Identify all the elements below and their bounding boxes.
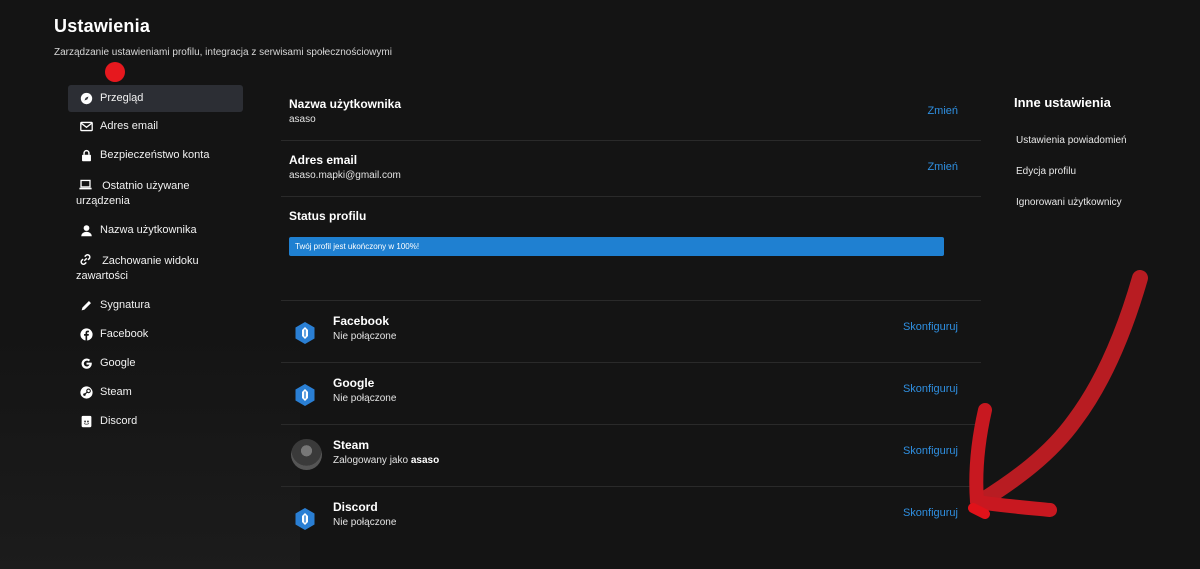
configure-steam-link[interactable]: Skonfiguruj	[903, 445, 958, 457]
change-email-link[interactable]: Zmień	[927, 161, 958, 173]
sidebar-item-label: Adres email	[100, 120, 159, 132]
pencil-icon	[81, 301, 91, 311]
notification-settings-link[interactable]: Ustawienia powiadomień	[1014, 135, 1194, 146]
edit-profile-link[interactable]: Edycja profilu	[1014, 166, 1194, 177]
link-icon	[80, 254, 91, 265]
site-logo-icon	[295, 508, 315, 530]
site-logo-icon	[295, 322, 315, 344]
configure-google-link[interactable]: Skonfiguruj	[903, 383, 958, 395]
steam-username: asaso	[410, 455, 440, 466]
social-status: Zalogowany jako asaso	[333, 455, 439, 466]
sidebar-item-label: Sygnatura	[100, 299, 151, 311]
site-logo-icon	[295, 384, 315, 406]
sidebar: Przegląd Adres email Bezpieczeństwo kont…	[68, 85, 243, 436]
sidebar-item-label: Nazwa użytkownika	[100, 224, 197, 236]
social-name: Google	[333, 376, 375, 390]
discord-icon	[81, 415, 92, 428]
laptop-icon	[79, 179, 92, 190]
page-header: Ustawienia Zarządzanie ustawieniami prof…	[54, 16, 392, 58]
configure-discord-link[interactable]: Skonfiguruj	[903, 507, 958, 519]
google-icon	[81, 358, 92, 369]
sidebar-item-label: Google	[100, 357, 136, 369]
email-row: Adres email asaso.mapki@gmail.com Zmień	[281, 141, 981, 197]
username-row: Nazwa użytkownika asaso Zmień	[281, 85, 981, 141]
other-settings-panel: Inne ustawienia Ustawienia powiadomień E…	[1014, 95, 1194, 208]
social-row-steam: Steam Zalogowany jako asaso Skonfiguruj	[281, 425, 981, 487]
email-value: asaso.mapki@gmail.com	[289, 170, 401, 181]
steam-status-prefix: Zalogowany jako	[333, 455, 409, 466]
annotation-arrow	[968, 270, 1148, 519]
profile-status-row: Status profilu Twój profil jest ukończon…	[281, 197, 981, 301]
sidebar-item-overview[interactable]: Przegląd	[68, 85, 243, 112]
social-name: Steam	[333, 438, 370, 452]
annotation-dot	[105, 62, 125, 82]
sidebar-item-discord[interactable]: Discord	[68, 407, 243, 436]
sidebar-item-signature[interactable]: Sygnatura	[68, 291, 243, 320]
page-subtitle: Zarządzanie ustawieniami profilu, integr…	[54, 47, 392, 58]
social-name: Facebook	[333, 314, 390, 328]
user-icon	[81, 225, 92, 237]
envelope-icon	[80, 121, 93, 132]
sidebar-item-username[interactable]: Nazwa użytkownika	[68, 216, 243, 245]
social-row-google: Google Nie połączone Skonfiguruj	[281, 363, 981, 425]
change-username-link[interactable]: Zmień	[927, 105, 958, 117]
profile-status-title: Status profilu	[289, 209, 367, 223]
sidebar-item-label: Discord	[100, 415, 138, 427]
sidebar-item-label: Bezpieczeństwo konta	[100, 149, 210, 161]
username-value: asaso	[289, 114, 316, 125]
sidebar-item-google[interactable]: Google	[68, 349, 243, 378]
compass-icon	[80, 92, 93, 105]
profile-progress-text: Twój profil jest ukończony w 100%!	[295, 242, 420, 251]
ignored-users-link[interactable]: Ignorowani użytkownicy	[1014, 197, 1194, 208]
social-name: Discord	[333, 500, 378, 514]
facebook-icon	[80, 328, 93, 341]
sidebar-item-label: Przegląd	[100, 92, 144, 104]
email-title: Adres email	[289, 153, 358, 167]
sidebar-item-security[interactable]: Bezpieczeństwo konta	[68, 141, 243, 170]
sidebar-item-content-view[interactable]: Zachowanie widoku zawartości	[68, 245, 243, 291]
sidebar-item-steam[interactable]: Steam	[68, 378, 243, 407]
social-row-facebook: Facebook Nie połączone Skonfiguruj	[281, 301, 981, 363]
sidebar-item-label: Steam	[100, 386, 132, 398]
sidebar-item-devices[interactable]: Ostatnio używane urządzenia	[68, 170, 243, 216]
sidebar-item-facebook[interactable]: Facebook	[68, 320, 243, 349]
steam-icon	[80, 386, 93, 399]
other-settings-title: Inne ustawienia	[1014, 95, 1111, 110]
lock-icon	[82, 149, 91, 162]
sidebar-item-label: Zachowanie widoku zawartości	[76, 255, 199, 282]
page-title: Ustawienia	[54, 16, 151, 36]
social-status: Nie połączone	[333, 517, 397, 528]
steam-avatar	[291, 439, 322, 470]
social-status: Nie połączone	[333, 393, 397, 404]
sidebar-item-label: Facebook	[100, 328, 149, 340]
profile-progress-bar: Twój profil jest ukończony w 100%!	[289, 237, 944, 256]
settings-main: Nazwa użytkownika asaso Zmień Adres emai…	[281, 85, 981, 549]
sidebar-item-label: Ostatnio używane urządzenia	[76, 180, 190, 207]
sidebar-item-email[interactable]: Adres email	[68, 112, 243, 141]
configure-facebook-link[interactable]: Skonfiguruj	[903, 321, 958, 333]
username-title: Nazwa użytkownika	[289, 97, 402, 111]
social-status: Nie połączone	[333, 331, 397, 342]
social-row-discord: Discord Nie połączone Skonfiguruj	[281, 487, 981, 549]
